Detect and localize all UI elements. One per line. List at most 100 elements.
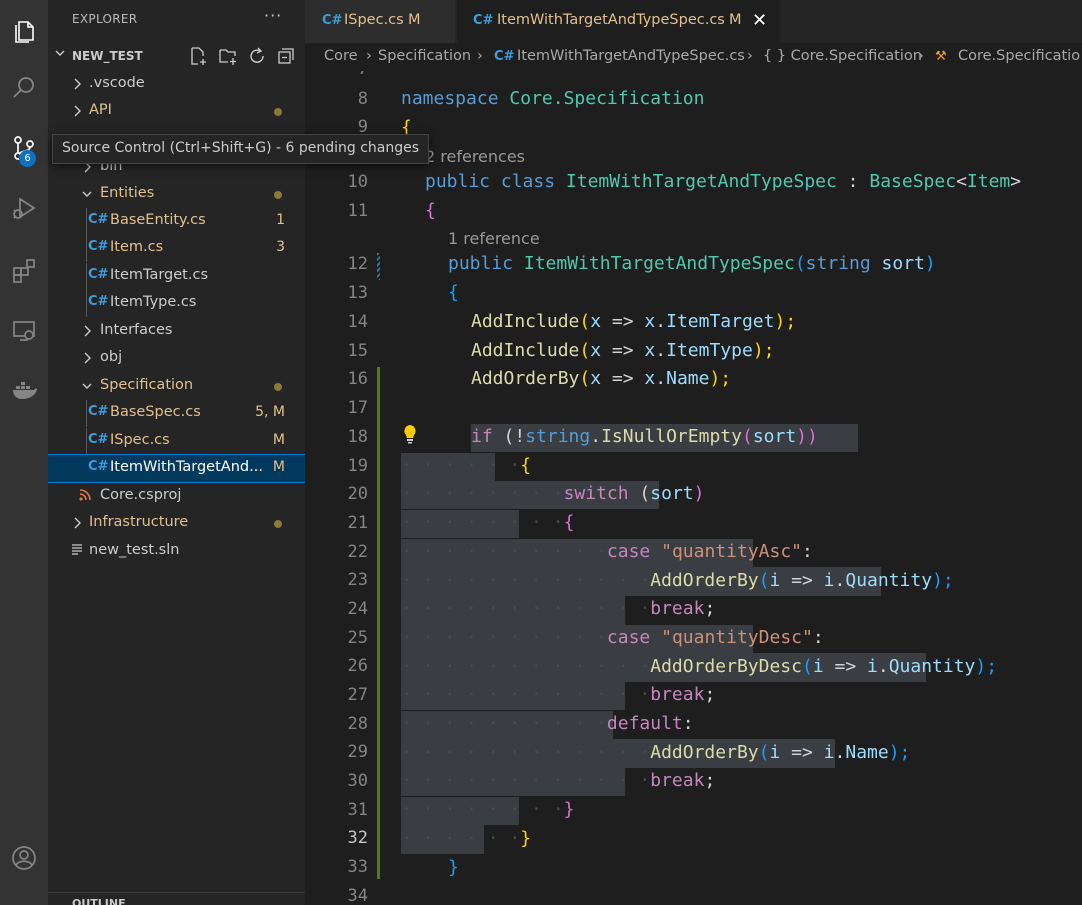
csharp-file-icon: C# xyxy=(494,49,515,64)
modified-marker: M xyxy=(272,432,285,448)
tab-label: ItemWithTargetAndTypeSpec.cs xyxy=(497,12,725,28)
line-number: 16 xyxy=(347,369,368,389)
code-line: · · · · · · · ·} xyxy=(401,799,575,820)
breadcrumb-item[interactable]: Specification xyxy=(378,48,471,64)
files-icon[interactable] xyxy=(0,6,48,54)
breadcrumb-item[interactable]: Core xyxy=(324,48,358,64)
code-line: if (!string.IsNullOrEmpty(sort)) xyxy=(471,426,818,447)
breadcrumb-item[interactable]: Core.Specificatio xyxy=(958,48,1080,64)
tree-folder-vscode[interactable]: .vscode xyxy=(48,71,305,98)
rss-file-icon xyxy=(79,487,91,505)
csharp-file-icon: C# xyxy=(88,212,109,227)
search-icon[interactable] xyxy=(0,64,48,112)
tree-folder-interfaces[interactable]: Interfaces xyxy=(48,318,305,345)
tree-folder-infrastructure[interactable]: Infrastructure xyxy=(48,510,305,537)
tab-modified-marker: M xyxy=(408,12,421,28)
tree-file-sln[interactable]: new_test.sln xyxy=(48,538,305,565)
tree-file-ispec[interactable]: C# ISpec.cs M xyxy=(48,428,305,455)
line-number: 26 xyxy=(347,656,368,676)
line-number: 13 xyxy=(347,283,368,303)
codelens-references[interactable]: 2 references xyxy=(425,147,525,166)
tree-file-core-csproj[interactable]: Core.csproj xyxy=(48,483,305,510)
tree-file-item[interactable]: C# Item.cs 3 xyxy=(48,235,305,262)
tree-label: new_test.sln xyxy=(89,542,180,558)
chevron-right-icon xyxy=(72,516,84,530)
collapse-all-icon[interactable] xyxy=(276,46,296,66)
tree-file-itemtype[interactable]: C# ItemType.cs xyxy=(48,290,305,317)
tree-folder-obj[interactable]: obj xyxy=(48,345,305,372)
tree-label: API xyxy=(89,102,112,118)
csharp-file-icon: C# xyxy=(88,404,109,419)
explorer-header: EXPLORER xyxy=(72,12,138,26)
code-line: namespace Core.Specification xyxy=(401,88,705,109)
line-number: 25 xyxy=(347,628,368,648)
tree-label: BaseEntity.cs xyxy=(110,212,206,228)
breadcrumb-item[interactable]: { } Core.Specification xyxy=(763,48,922,64)
code-line: · · · · · · · · · ·default: xyxy=(401,713,694,734)
tree-file-itemwithtargetandtypespec[interactable]: C# ItemWithTargetAnd... M xyxy=(48,454,305,483)
extensions-icon[interactable] xyxy=(0,246,48,294)
line-number: 11 xyxy=(347,201,368,221)
remote-explorer-icon[interactable] xyxy=(0,306,48,354)
more-actions-icon[interactable]: ··· xyxy=(264,6,282,25)
code-line: · · · · · · · · · · · ·break; xyxy=(401,684,716,705)
tab-label: ISpec.cs xyxy=(344,12,404,28)
code-line: AddInclude(x => x.ItemType); xyxy=(471,340,775,361)
chevron-right-icon xyxy=(72,77,84,91)
modified-dot-icon xyxy=(274,108,282,116)
tree-label: Interfaces xyxy=(100,322,173,338)
class-icon: ⚒ xyxy=(935,49,947,64)
line-number: 21 xyxy=(347,513,368,533)
line-number: 10 xyxy=(347,172,368,192)
breadcrumb-separator: › xyxy=(477,48,483,64)
breadcrumb-item[interactable]: ItemWithTargetAndTypeSpec.cs xyxy=(517,48,745,64)
tree-file-baseentity[interactable]: C# BaseEntity.cs 1 xyxy=(48,208,305,235)
code-line: } xyxy=(448,857,459,878)
line-number: 14 xyxy=(347,312,368,332)
line-number: 22 xyxy=(347,542,368,562)
tree-label: Specification xyxy=(100,377,194,393)
lightbulb-icon[interactable] xyxy=(401,423,419,445)
close-icon[interactable]: ✕ xyxy=(752,10,767,31)
tree-file-itemtarget[interactable]: C# ItemTarget.cs xyxy=(48,263,305,290)
tree-file-basespec[interactable]: C# BaseSpec.cs 5, M xyxy=(48,400,305,427)
code-editor[interactable]: 7 8 9 10 11 12 13 14 15 16 17 18 19 20 2… xyxy=(305,71,1082,905)
docker-icon[interactable] xyxy=(0,366,48,414)
csharp-file-icon: C# xyxy=(88,432,109,447)
code-line: AddInclude(x => x.ItemTarget); xyxy=(471,311,797,332)
modified-marker: M xyxy=(272,459,285,475)
run-debug-icon[interactable] xyxy=(0,184,48,232)
tree-folder-entities[interactable]: Entities xyxy=(48,181,305,208)
workspace-section-header[interactable]: NEW_TEST xyxy=(48,44,305,68)
csharp-file-icon: C# xyxy=(88,267,109,282)
chevron-right-icon xyxy=(82,351,94,365)
breadcrumb-separator: › xyxy=(366,48,372,64)
line-number: 7 xyxy=(305,71,368,79)
chevron-right-icon xyxy=(72,104,84,118)
source-control-badge: 6 xyxy=(19,150,36,167)
line-number: 28 xyxy=(347,714,368,734)
git-modified-marker xyxy=(377,253,380,280)
accounts-icon[interactable] xyxy=(0,834,48,882)
refresh-icon[interactable] xyxy=(247,46,267,66)
new-file-icon[interactable] xyxy=(188,46,208,66)
csharp-file-icon: C# xyxy=(88,239,109,254)
outline-section-header[interactable]: OUTLINE xyxy=(48,892,305,905)
csharp-file-icon: C# xyxy=(473,13,494,28)
new-folder-icon[interactable] xyxy=(218,46,238,66)
tree-folder-api[interactable]: API xyxy=(48,98,305,125)
line-number: 15 xyxy=(347,341,368,361)
line-number: 23 xyxy=(347,570,368,590)
breadcrumb-separator: › xyxy=(747,48,753,64)
code-line: { xyxy=(448,282,459,303)
tree-folder-specification[interactable]: Specification xyxy=(48,373,305,400)
problem-count: 5, M xyxy=(255,404,285,420)
solution-file-icon xyxy=(70,542,84,560)
code-line: · · · · · · · · · · · ·AddOrderBy(i => i… xyxy=(401,742,911,763)
tab-ispec[interactable]: C# ISpec.cs M xyxy=(305,0,455,43)
line-number: 8 xyxy=(357,89,368,109)
code-line: · · · · · · · · · · · ·break; xyxy=(401,598,716,619)
code-line: public ItemWithTargetAndTypeSpec(string … xyxy=(448,253,936,274)
codelens-references[interactable]: 1 reference xyxy=(448,229,540,248)
tab-itemwithtargetandtypespec[interactable]: C# ItemWithTargetAndTypeSpec.cs M ✕ xyxy=(457,0,780,43)
